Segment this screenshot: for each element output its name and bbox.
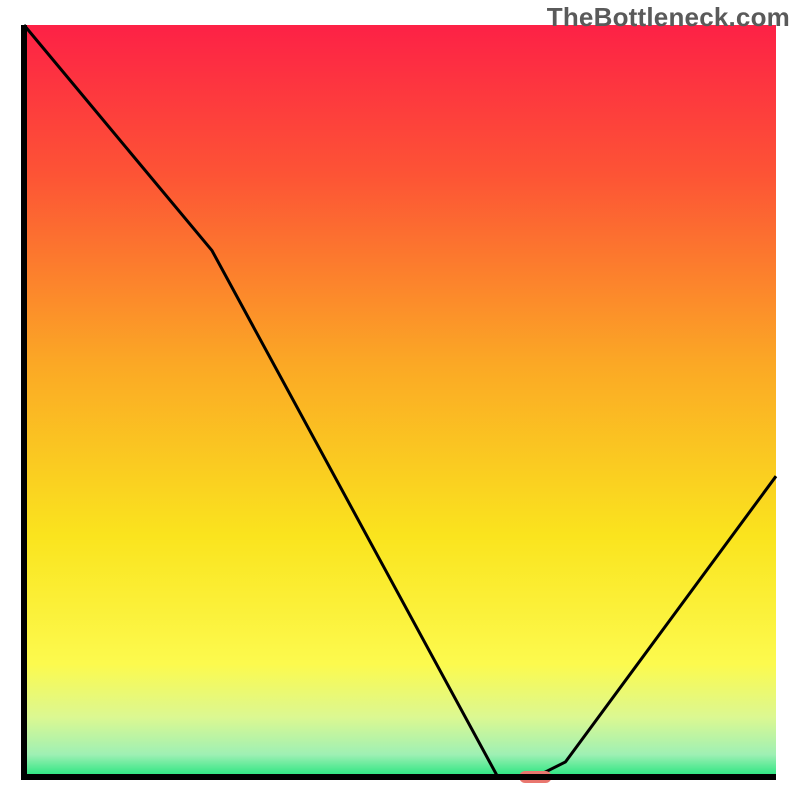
gradient-background <box>24 25 776 777</box>
watermark-text: TheBottleneck.com <box>547 2 790 33</box>
bottleneck-chart: TheBottleneck.com <box>0 0 800 800</box>
chart-svg <box>0 0 800 800</box>
